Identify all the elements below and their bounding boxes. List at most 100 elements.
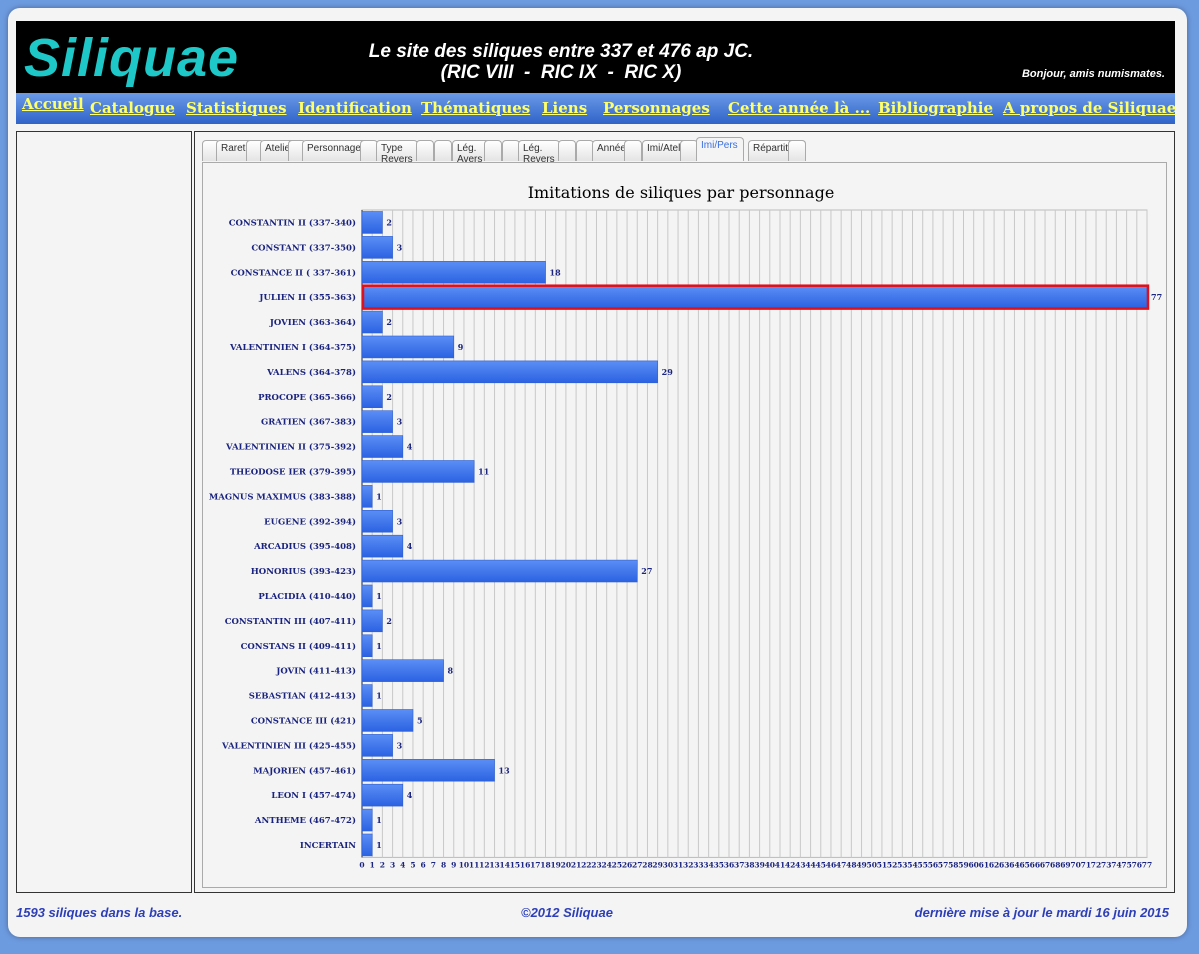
category-label: INCERTAIN xyxy=(300,841,356,851)
x-tick-label: 52 xyxy=(887,860,897,869)
x-tick-label: 11 xyxy=(469,860,479,869)
tab-spacer xyxy=(434,140,452,161)
category-label: PROCOPE (365-366) xyxy=(258,392,356,403)
x-tick-label: 26 xyxy=(622,860,632,869)
bar xyxy=(361,609,383,633)
nav-thematiques[interactable]: Thématiques xyxy=(421,99,530,117)
bar-value-label: 9 xyxy=(458,342,464,352)
nav-catalogue[interactable]: Catalogue xyxy=(90,99,175,117)
bar-value-label: 27 xyxy=(641,566,652,576)
x-tick-label: 54 xyxy=(907,860,917,869)
x-tick-label: 25 xyxy=(612,860,622,869)
category-label: CONSTANCE III (421) xyxy=(251,715,356,726)
tab-type-revers[interactable]: Type Revers xyxy=(376,140,418,165)
bar xyxy=(361,236,393,259)
nav-statistiques[interactable]: Statistiques xyxy=(186,99,287,117)
x-tick-label: 60 xyxy=(968,860,978,869)
x-tick-label: 28 xyxy=(642,860,652,869)
x-tick-label: 9 xyxy=(451,860,456,869)
bar xyxy=(361,435,404,458)
bar xyxy=(361,734,393,757)
x-tick-label: 71 xyxy=(1081,860,1091,869)
bar-value-label: 1 xyxy=(376,815,382,825)
nav-liens[interactable]: Liens xyxy=(542,99,587,117)
x-tick-label: 45 xyxy=(816,860,826,869)
bar xyxy=(361,385,383,409)
bar-value-label: 5 xyxy=(417,715,423,725)
tab-personnage[interactable]: Personnage xyxy=(302,140,368,161)
x-tick-label: 29 xyxy=(652,860,662,869)
x-tick-label: 48 xyxy=(846,860,856,869)
x-tick-label: 20 xyxy=(561,860,571,869)
bar xyxy=(361,684,373,707)
x-tick-label: 41 xyxy=(775,860,785,869)
bar-value-label: 13 xyxy=(499,765,511,775)
x-tick-label: 35 xyxy=(714,860,724,869)
category-label: VALENTINIEN III (425-455) xyxy=(221,740,356,751)
imitations-bar-chart: Imitations de siliques par personnage 23… xyxy=(209,183,1162,869)
site-header: Siliquae Le site des siliques entre 337 … xyxy=(16,21,1175,93)
x-tick-label: 47 xyxy=(836,860,846,869)
x-tick-label: 70 xyxy=(1070,860,1080,869)
x-tick-label: 67 xyxy=(1040,860,1050,869)
category-label: THEODOSE IER (379-395) xyxy=(230,466,356,477)
category-label: SEBASTIAN (412-413) xyxy=(249,691,356,702)
category-label: MAGNUS MAXIMUS (383-388) xyxy=(209,491,356,502)
bar-value-label: 1 xyxy=(376,591,382,601)
x-tick-label: 2 xyxy=(380,860,385,869)
bar xyxy=(361,211,383,234)
nav-bibliographie[interactable]: Bibliographie xyxy=(878,99,993,117)
x-tick-label: 55 xyxy=(917,860,927,869)
stats-tabs: Rareté Atelier Personnage Type Revers Lé… xyxy=(202,137,822,165)
x-tick-label: 57 xyxy=(938,860,948,869)
x-tick-label: 7 xyxy=(431,860,436,869)
bar-value-label: 3 xyxy=(397,516,403,526)
tab-leg-revers[interactable]: Lég. Revers xyxy=(518,140,560,165)
category-label: VALENTINIEN II (375-392) xyxy=(225,442,356,453)
x-tick-label: 3 xyxy=(390,860,395,869)
bar-value-label: 1 xyxy=(376,641,382,651)
nav-accueil[interactable]: Accueil xyxy=(22,95,84,113)
x-tick-label: 10 xyxy=(459,860,469,869)
x-tick-label: 62 xyxy=(989,860,999,869)
bar-value-label: 1 xyxy=(376,491,382,501)
category-label: CONSTANTIN III (407-411) xyxy=(225,616,356,627)
x-tick-label: 5 xyxy=(410,860,415,869)
nav-personnages[interactable]: Personnages xyxy=(603,99,710,117)
bar-value-label: 1 xyxy=(376,691,382,701)
site-logo[interactable]: Siliquae xyxy=(24,27,239,89)
category-label: EUGENE (392-394) xyxy=(264,516,356,527)
x-tick-label: 4 xyxy=(400,860,405,869)
bar xyxy=(361,261,546,284)
chart-container: Imitations de siliques par personnage 23… xyxy=(202,162,1167,888)
x-tick-label: 56 xyxy=(928,860,938,869)
tagline-line-1: Le site des siliques entre 337 et 476 ap… xyxy=(368,41,754,62)
category-label: GRATIEN (367-383) xyxy=(261,417,356,428)
category-label: CONSTANS II (409-411) xyxy=(241,641,356,652)
category-label: JULIEN II (355-363) xyxy=(258,292,356,303)
bar-value-label: 8 xyxy=(448,666,454,676)
x-tick-label: 34 xyxy=(703,860,713,869)
bar-value-label: 2 xyxy=(386,317,392,327)
nav-cette-annee[interactable]: Cette année là ... xyxy=(728,99,870,117)
x-tick-label: 18 xyxy=(540,860,550,869)
x-tick-label: 30 xyxy=(663,860,673,869)
nav-a-propos[interactable]: A propos de Siliquae xyxy=(1003,99,1176,117)
x-tick-label: 39 xyxy=(754,860,764,869)
x-tick-label: 77 xyxy=(1142,860,1152,869)
x-tick-label: 76 xyxy=(1132,860,1142,869)
tab-imi-pers[interactable]: Imi/Pers xyxy=(696,137,744,161)
x-tick-label: 40 xyxy=(765,860,775,869)
nav-identification[interactable]: Identification xyxy=(298,99,412,117)
category-label: MAJORIEN (457-461) xyxy=(253,765,356,776)
tab-spacer xyxy=(788,140,806,161)
bar-value-label: 3 xyxy=(397,242,403,252)
x-tick-label: 19 xyxy=(550,860,560,869)
bar xyxy=(361,410,393,433)
x-tick-label: 58 xyxy=(948,860,958,869)
x-tick-label: 23 xyxy=(591,860,601,869)
x-tick-label: 69 xyxy=(1060,860,1070,869)
category-label: VALENTINIEN I (364-375) xyxy=(229,342,356,353)
x-tick-label: 32 xyxy=(683,860,693,869)
bar xyxy=(361,709,414,732)
